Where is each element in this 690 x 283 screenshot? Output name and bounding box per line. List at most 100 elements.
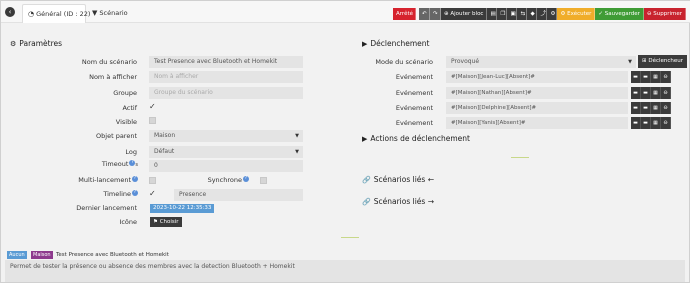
help-icon: ? [243,176,249,182]
timeout-label: Timeout? s [101,160,138,168]
check-icon: ✓ [149,189,156,198]
tab-general[interactable]: ◔ Général (ID : 22) [22,4,90,23]
app-frame: ‹ ◔ Général (ID : 22) ▼ Scénario Arrêté ↶ … [0,0,690,283]
help-icon: ? [132,190,138,196]
parent-object-label: Objet parent [96,132,137,140]
minus-circle-icon[interactable]: ⊖ [661,71,671,83]
log-label: Log [125,148,137,156]
top-bar: ‹ ◔ Général (ID : 22) ▼ Scénario Arrêté ↶ … [1,1,690,23]
calendar-icon[interactable]: ▦ [651,87,661,99]
active-label: Actif [122,104,137,112]
section-divider [341,237,359,238]
list-icon[interactable]: ▬ [631,117,641,129]
link-icon: 🔗 [362,176,371,184]
list-icon[interactable]: ▬ [631,102,641,114]
share-button[interactable]: ⇆ [517,8,528,20]
cube-icon[interactable]: ▬ [641,87,651,99]
jump-icon: ⤴ [540,11,546,17]
parent-object-select[interactable]: Maison ▼ [149,130,303,142]
cube-icon[interactable]: ▬ [641,117,651,129]
badge-none: Aucun [7,251,27,259]
event-label: Evénement [395,119,433,127]
visible-label: Visible [115,118,137,126]
event-input[interactable]: #[Maison][Yanis][Absent]# [446,117,628,129]
run-button[interactable]: ⚙ Exécuter [557,8,596,20]
back-button[interactable]: ‹ [5,7,15,17]
timeout-input[interactable]: 0 [149,160,303,172]
mode-label: Mode du scénario [375,58,433,66]
add-block-button[interactable]: ⊕ Ajouter bloc [441,8,488,20]
scenario-name-input[interactable]: Test Presence avec Bluetooth et Homekit [149,56,303,68]
tab-scenario[interactable]: ▼ Scénario [87,4,133,23]
calendar-icon[interactable]: ▦ [651,71,661,83]
gauge-icon: ◔ [28,10,35,18]
linked-scenarios-out: 🔗 Scénarios liés → [362,197,434,206]
cube-icon[interactable]: ▬ [641,71,651,83]
mode-select[interactable]: Provoqué ▼ [446,56,636,68]
caret-down-icon: ▼ [295,149,299,155]
undo-icon: ↶ [422,11,427,17]
scenario-description[interactable]: Permet de tester la présence ou absence … [5,260,685,282]
redo-button[interactable]: ↷ [430,8,441,20]
multi-launch-checkbox[interactable] [149,177,156,184]
choose-icon-button[interactable]: ⚑ Choisir [150,217,182,227]
list-icon[interactable]: ▬ [631,87,641,99]
minus-circle-icon[interactable]: ⊖ [661,102,671,114]
active-checkbox[interactable]: ✓ [149,103,156,111]
calendar-icon[interactable]: ▦ [651,102,661,114]
minus-circle-icon[interactable]: ⊖ [661,87,671,99]
arrow-right-icon: → [427,197,434,206]
event-label: Evénement [395,104,433,112]
synchronous-checkbox[interactable] [260,177,267,184]
copy-button[interactable]: ❐ [497,8,508,20]
share-icon: ⇆ [520,11,526,17]
timeline-label: Timeline? [103,190,138,198]
log-button[interactable]: ▤ [487,8,498,20]
delete-button[interactable]: ⊖ Supprimer [643,8,687,20]
play-circle-icon: ▶ [362,135,368,143]
params-section-title: ⚙ Paramètres [10,39,63,48]
arrow-left-icon: ← [427,175,434,184]
list-icon[interactable]: ▬ [631,71,641,83]
event-actions: ▬ ▬ ▦ ⊖ [631,87,671,99]
event-label: Evénement [395,89,433,97]
minus-circle-icon[interactable]: ⊖ [661,117,671,129]
export-button[interactable]: ▣ [507,8,518,20]
check-icon: ✓ [598,11,604,17]
jump-button[interactable]: ⤴ [537,8,548,20]
log-select[interactable]: Défaut ▼ [149,146,303,158]
settings-button[interactable]: ⚙ [547,8,558,20]
undo-button[interactable]: ↶ [419,8,430,20]
check-icon: ✓ [149,102,156,111]
download-icon: ▣ [510,11,516,17]
event-actions: ▬ ▬ ▦ ⊖ [631,71,671,83]
event-actions: ▬ ▬ ▦ ⊖ [631,102,671,114]
event-label: Evénement [395,73,433,81]
cube-icon[interactable]: ▬ [641,102,651,114]
plus-circle-icon: ⊕ [444,11,449,17]
event-input[interactable]: #[Maison][Delphine][Absent]# [446,102,628,114]
display-name-label: Nom à afficher [89,73,137,81]
calendar-icon[interactable]: ▦ [651,117,661,129]
save-button[interactable]: ✓ Sauvegarder [595,8,644,20]
filter-icon: ▼ [92,9,98,17]
cube-icon: ◆ [530,11,535,17]
visible-checkbox[interactable] [149,117,156,124]
scenario-name-label: Nom du scénario [81,58,137,66]
plus-square-icon: ⊞ [642,58,647,64]
timeline-checkbox[interactable]: ✓ [149,190,156,198]
add-trigger-button[interactable]: ⊞ Déclencheur [638,55,688,68]
event-input[interactable]: #[Maison][Nathan][Absent]# [446,87,628,99]
event-input[interactable]: #[Maison][Jean-Luc][Absent]# [446,71,628,83]
linked-scenarios-in: 🔗 Scénarios liés ← [362,175,434,184]
event-actions: ▬ ▬ ▦ ⊖ [631,117,671,129]
help-icon: ? [132,176,138,182]
footer-scenario-title: Test Presence avec Bluetooth et Homekit [56,252,169,258]
display-name-input[interactable]: Nom à afficher [149,71,303,83]
stop-status-button[interactable]: Arrêté [393,8,416,20]
last-run-label: Dernier lancement [76,204,137,212]
group-label: Groupe [113,89,137,97]
template-button[interactable]: ◆ [527,8,538,20]
timeline-input[interactable]: Presence [174,189,303,201]
group-input[interactable]: Groupe du scénario [149,87,303,99]
